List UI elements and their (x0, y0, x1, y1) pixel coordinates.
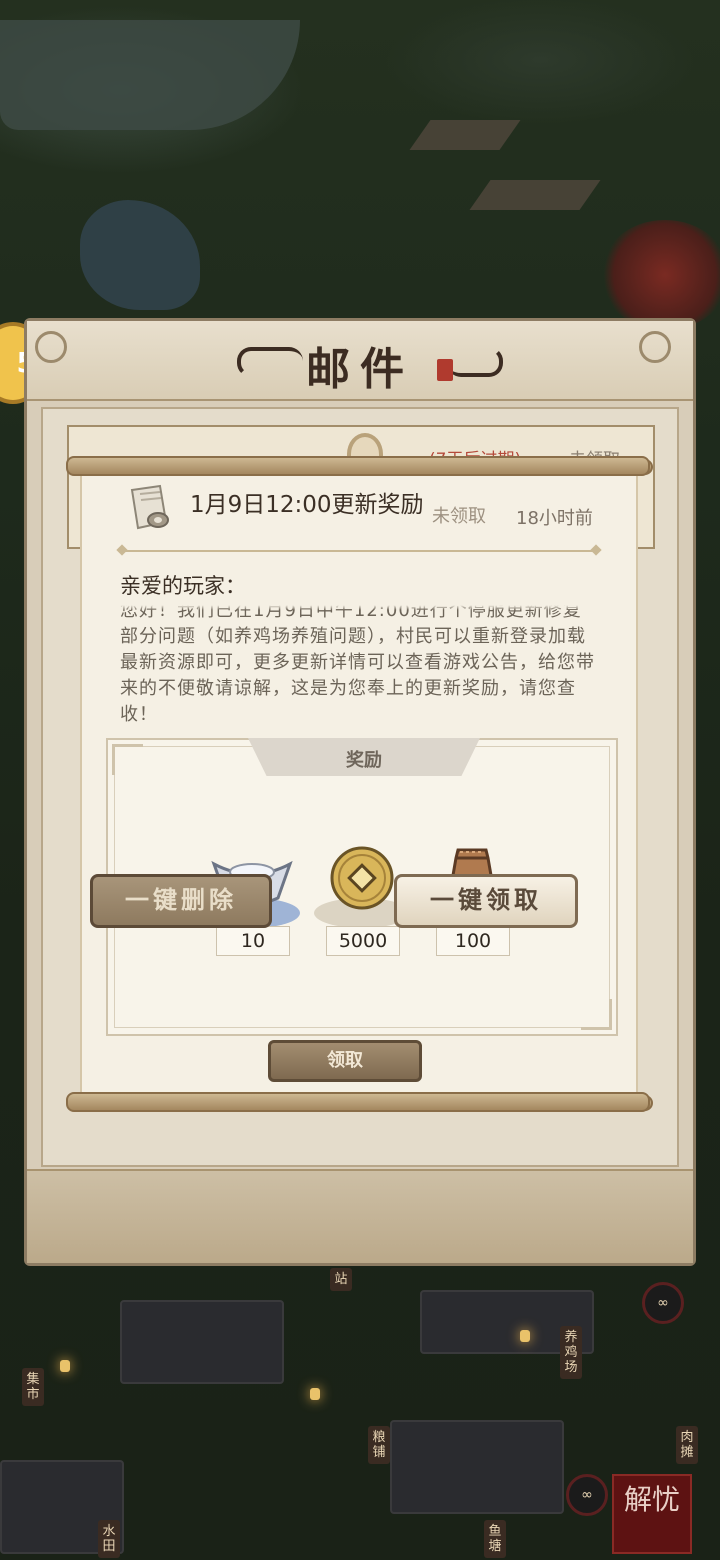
copper-coin-icon (330, 846, 394, 910)
mail-time: 18小时前 (516, 508, 593, 529)
map-path (469, 180, 601, 210)
mail-body-text: 您好！我们已在1月9日中午12:00进行个停服更新修复部分问题（如养鸡场养殖问题… (120, 600, 595, 725)
round-ornament-icon (639, 331, 671, 363)
reward-count: 5000 (326, 926, 400, 956)
house-roof (120, 1300, 284, 1384)
gourd-icon[interactable]: ∞ (642, 1282, 684, 1324)
mail-panel-footer (27, 1169, 693, 1263)
delete-all-button[interactable]: 一键删除 (90, 874, 272, 928)
gourd-icon[interactable]: ∞ (566, 1474, 608, 1516)
claim-all-button[interactable]: 一键领取 (394, 874, 578, 928)
seal-stamp-icon (437, 359, 453, 381)
divider (124, 550, 594, 552)
fret-ornament-icon (112, 744, 143, 775)
mail-body: 您好！我们已在1月9日中午12:00进行个停服更新修复部分问题（如养鸡场养殖问题… (120, 598, 600, 728)
map-label-station[interactable]: 站 (330, 1268, 352, 1291)
round-ornament-icon (35, 331, 67, 363)
lantern (60, 1360, 70, 1372)
reward-label: 奖励 (346, 750, 382, 771)
map-label-chicken-farm[interactable]: 养鸡场 (560, 1326, 582, 1379)
letter-scroll-rod-top (66, 456, 650, 476)
map-label-paddy[interactable]: 水田 (98, 1520, 120, 1558)
claim-button[interactable]: 领取 (268, 1040, 422, 1082)
mail-detail-sheet: 1月9日12:00更新奖励 未领取 18小时前 亲爱的玩家： 您好！我们已在1月… (80, 474, 638, 1092)
map-label-grain-shop[interactable]: 粮铺 (368, 1426, 390, 1464)
lantern (310, 1388, 320, 1400)
fade-overlay (120, 598, 600, 610)
lantern (520, 1330, 530, 1342)
mail-status: 未领取 (432, 506, 486, 527)
mail-title: 1月9日12:00更新奖励 (190, 492, 424, 518)
mail-greeting: 亲爱的玩家： (120, 574, 246, 598)
map-label-fish-pond[interactable]: 鱼塘 (484, 1520, 506, 1558)
scroll-letter-icon (130, 484, 169, 530)
reward-count: 100 (436, 926, 510, 956)
mail-panel-header: 邮件 (27, 321, 693, 401)
map-label-meat-stall[interactable]: 肉摊 (676, 1426, 698, 1464)
map-label-market[interactable]: 集市 (22, 1368, 44, 1406)
mail-panel-title: 邮件 (306, 344, 414, 395)
jieyou-button[interactable]: 解忧 (612, 1474, 692, 1554)
letter-scroll-rod-bottom (66, 1092, 650, 1112)
reward-count: 10 (216, 926, 290, 956)
fret-ornament-icon (581, 999, 612, 1030)
house-roof (390, 1420, 564, 1514)
cloud-swirl-icon (447, 347, 503, 377)
red-tree (600, 220, 720, 330)
